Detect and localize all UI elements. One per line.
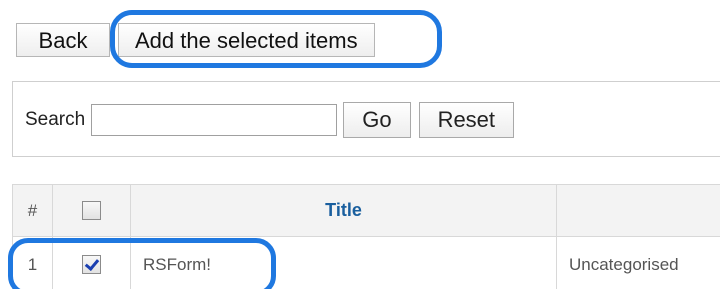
table-header-row: # Title [12,184,720,237]
search-input[interactable] [91,104,338,136]
go-button[interactable]: Go [343,102,411,138]
row-title[interactable]: RSForm! [130,236,557,289]
column-header-select-all [52,184,131,237]
search-label: Search [25,109,86,130]
search-row: Search Go Reset [25,102,522,138]
add-selected-items-button[interactable]: Add the selected items [118,23,375,57]
row-checkbox-cell [52,236,131,289]
items-table: # Title 1 RSForm! Uncategorised [12,184,720,289]
back-button[interactable]: Back [16,23,110,57]
select-all-checkbox[interactable] [82,201,101,220]
row-checkbox[interactable] [82,255,101,274]
column-header-category [556,184,720,237]
page: Back Add the selected items Search Go Re… [0,0,720,289]
table-row: 1 RSForm! Uncategorised [12,236,720,289]
column-header-num: # [12,184,53,237]
row-category: Uncategorised [556,236,720,289]
row-number: 1 [12,236,53,289]
reset-button[interactable]: Reset [418,102,515,138]
toolbar: Back Add the selected items [16,23,375,57]
column-header-title[interactable]: Title [130,184,557,237]
search-panel: Search Go Reset [12,81,720,157]
